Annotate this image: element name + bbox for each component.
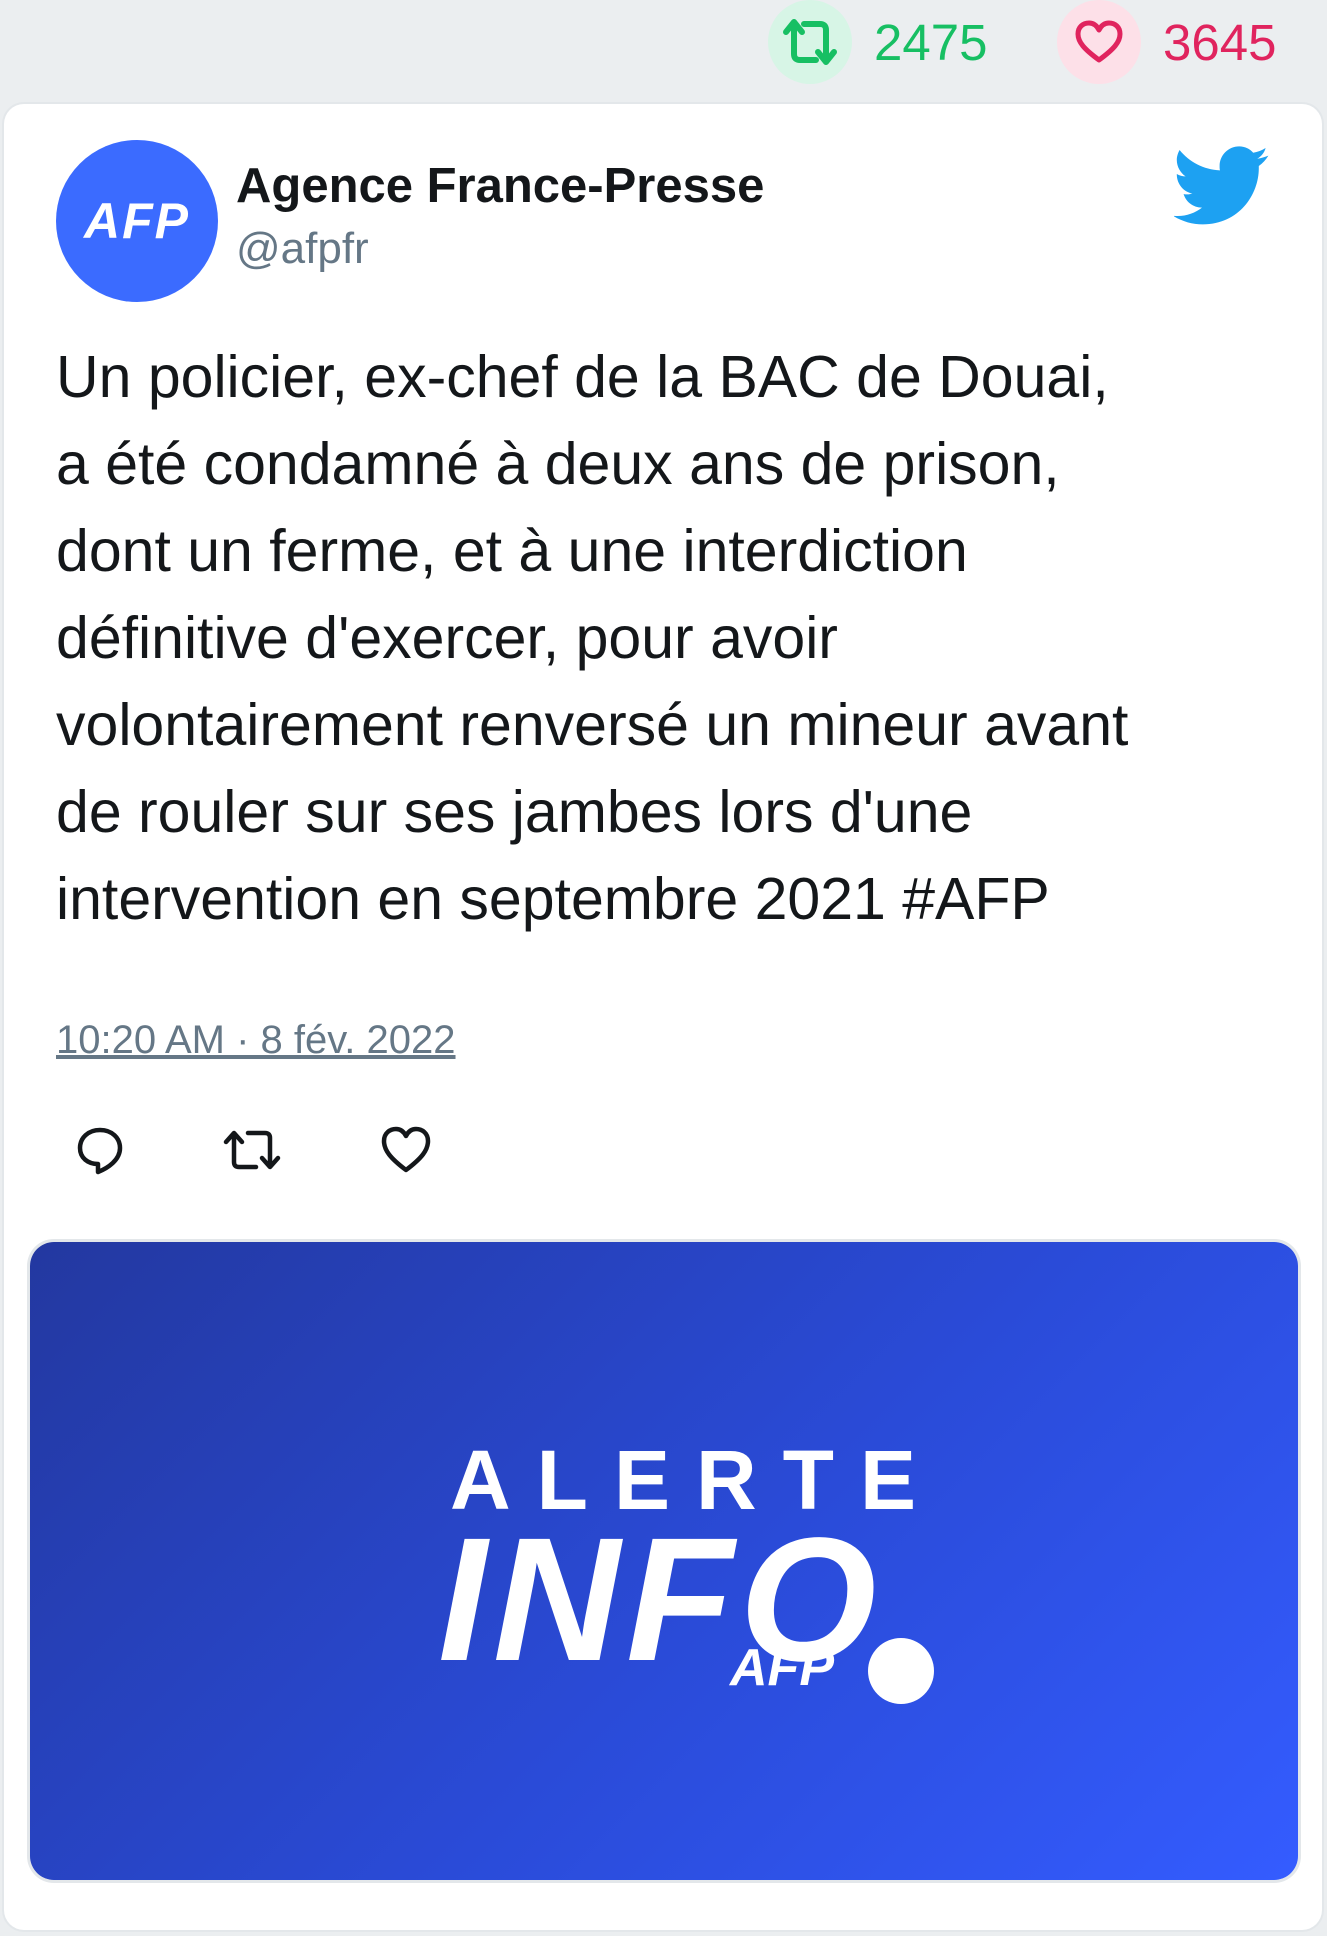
media-afp-logo-text: AFP	[730, 1639, 834, 1697]
retweet-icon	[768, 0, 852, 84]
like-count: 3645	[1163, 13, 1277, 71]
retweet-count: 2475	[874, 13, 988, 71]
author-handle[interactable]: @afpfr	[236, 224, 369, 274]
author-name[interactable]: Agence France-Presse	[236, 158, 764, 214]
afp-logo-dot	[868, 1638, 934, 1704]
engagement-stats: 2475 3645	[0, 0, 1327, 100]
retweet-action-icon[interactable]	[220, 1120, 281, 1180]
retweet-stat: 2475	[768, 0, 987, 84]
twitter-bird-icon[interactable]	[1172, 146, 1270, 226]
tweet-actions	[4, 1120, 604, 1190]
avatar-logo-text: AFP	[84, 193, 190, 249]
heart-action-icon[interactable]	[376, 1120, 436, 1180]
heart-icon	[1057, 0, 1141, 84]
reply-icon[interactable]	[70, 1120, 130, 1180]
media-image-alerte-info[interactable]: ALERTE INFO AFP	[30, 1242, 1298, 1880]
tweet-text: Un policier, ex-chef de la BAC de Douai,…	[56, 344, 1129, 932]
avatar[interactable]: AFP	[56, 140, 218, 302]
tweet-timestamp[interactable]: 10:20 AM · 8 fév. 2022	[56, 1018, 456, 1063]
like-stat: 3645	[1057, 0, 1276, 84]
tweet-card: AFP Agence France-Presse @afpfr Un polic…	[4, 104, 1322, 1930]
